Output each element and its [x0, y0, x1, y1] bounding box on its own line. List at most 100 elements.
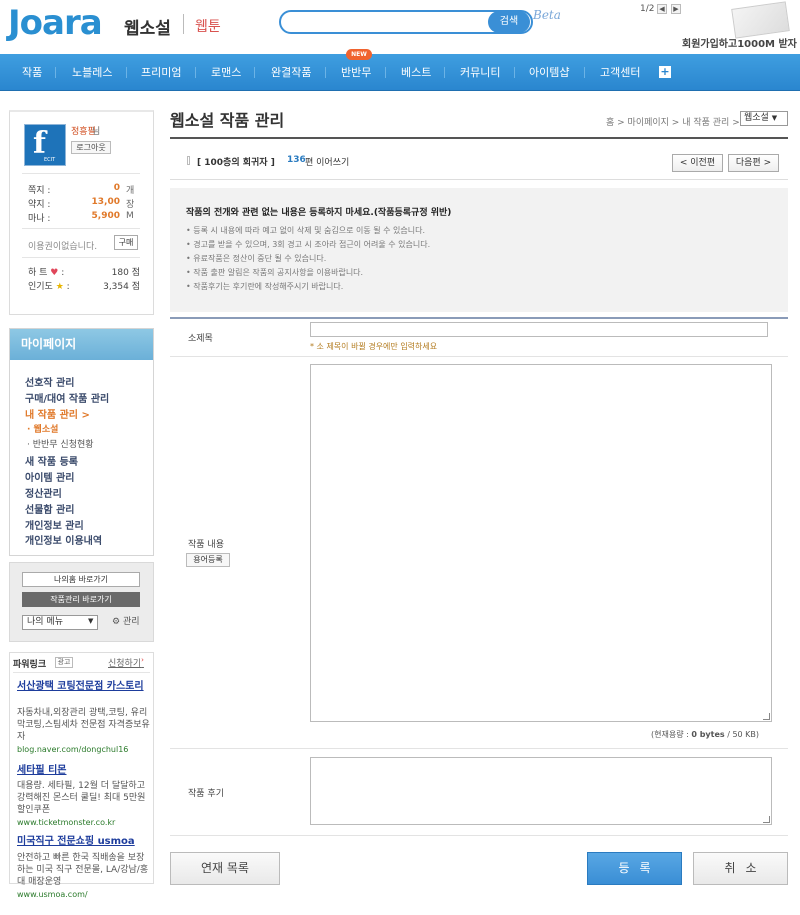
nav-item-works[interactable]: 작품: [22, 66, 42, 80]
logout-button[interactable]: 로그아웃: [71, 141, 111, 154]
menu-favorites[interactable]: 선호작 관리: [25, 374, 74, 389]
promo-pager: 1/2: [640, 4, 655, 14]
divider: [22, 228, 140, 229]
serial-list-button[interactable]: 연재 목록: [170, 852, 280, 885]
nav-item-support[interactable]: 고객센터: [600, 66, 640, 80]
nav-item-romance[interactable]: 로맨스: [211, 66, 241, 80]
content-textarea[interactable]: [310, 364, 772, 722]
user-suffix: 님: [92, 127, 101, 137]
resize-handle-icon[interactable]: [763, 713, 770, 720]
menu-giftbox[interactable]: 선물함 관리: [25, 501, 74, 516]
ad-description: 자동차내,외장관리 광택,코팅, 유리막코팅,스팀세차 전문점 자격증보유자: [17, 708, 150, 742]
joara-logo[interactable]: Joara: [8, 6, 103, 40]
tickets-value[interactable]: 13,00: [80, 197, 120, 207]
mypage-title: 마이페이지: [10, 329, 153, 360]
menu-new-work[interactable]: 새 작품 등록: [25, 453, 78, 468]
popularity-label: 인기도 ★ :: [28, 282, 70, 292]
notice-item: • 경고를 받을 수 있으며, 3회 경고 시 조아라 접근이 어려울 수 있습…: [186, 240, 431, 249]
promo-text[interactable]: 회원가입하고1000M 받자: [682, 35, 797, 50]
heart-label: 하 트 ♥ :: [28, 268, 65, 278]
menu-privacy-log[interactable]: 개인정보 이용내역: [25, 532, 102, 547]
ad-url[interactable]: blog.naver.com/dongchul16: [17, 745, 128, 754]
chevron-down-icon: ▼: [771, 114, 778, 122]
new-badge: NEW: [346, 49, 372, 60]
notice-item: • 유료작품은 정산이 중단 될 수 있습니다.: [186, 254, 327, 263]
ad-apply-link[interactable]: 신청하기›: [108, 656, 144, 669]
ad-title[interactable]: 세타필 티몬: [17, 765, 147, 777]
page-title: 웹소설 작품 관리: [170, 111, 285, 130]
notice-item: • 작품후기는 후기란에 작성해주시기 바랍니다.: [186, 282, 344, 291]
form-divider: [170, 835, 788, 836]
ad-url[interactable]: www.usmoa.com/: [17, 890, 88, 899]
messages-label: 쪽지 :: [28, 186, 51, 196]
nav-divider: [514, 67, 515, 78]
divider: [13, 672, 150, 673]
episode-count: 136: [287, 155, 306, 165]
form-divider: [170, 748, 788, 749]
messages-value[interactable]: 0: [80, 183, 120, 193]
no-pass-text: 이용권이없습니다.: [28, 242, 98, 252]
nav-item-community[interactable]: 커뮤니티: [460, 66, 500, 80]
nav-divider: [195, 67, 196, 78]
promo-coupon-image[interactable]: [731, 1, 790, 39]
nav-item-best[interactable]: 베스트: [401, 66, 431, 80]
resize-handle-icon[interactable]: [763, 816, 770, 823]
nav-divider: [254, 67, 255, 78]
brand-divider: [183, 14, 184, 34]
menu-my-works[interactable]: 내 작품 관리 >: [25, 406, 90, 421]
notice-title: 작품의 전개와 관련 없는 내용은 등록하지 마세요.(작품등록규정 위반): [186, 208, 452, 218]
menu-privacy[interactable]: 개인정보 관리: [25, 517, 84, 532]
category-select[interactable]: 웹소설 ▼: [740, 111, 788, 126]
mana-label: 마나 :: [28, 214, 51, 224]
mana-unit: M: [126, 211, 134, 221]
beta-label: Beta: [533, 8, 561, 22]
menu-settlement[interactable]: 정산관리: [25, 485, 62, 500]
avatar-letter: f: [33, 126, 46, 161]
form-divider: [170, 356, 788, 357]
promo-prev-icon[interactable]: ◀: [657, 4, 667, 14]
capacity-text: (현재용량 : 0 bytes / 50 KB): [651, 730, 760, 739]
next-episode-button[interactable]: 다음편 >: [728, 154, 779, 172]
my-menu-select[interactable]: 나의 메뉴: [22, 615, 98, 630]
ad-title[interactable]: 미국직구 전문쇼핑 usmoa: [17, 836, 147, 848]
nav-item-completed[interactable]: 완결작품: [271, 66, 311, 80]
cancel-button[interactable]: 취소: [693, 852, 788, 885]
review-textarea[interactable]: [310, 757, 772, 825]
gear-icon: ⚙: [112, 617, 121, 627]
ad-title[interactable]: 서산광택 코팅전문점 카스토리: [17, 681, 147, 693]
nav-more-icon[interactable]: +: [659, 66, 671, 78]
ad-url[interactable]: www.ticketmonster.co.kr: [17, 818, 115, 827]
notice-item: • 등록 시 내용에 따라 예고 없이 삭제 및 숨김으로 이동 될 수 있습니…: [186, 226, 426, 235]
search-button[interactable]: 검색: [488, 11, 530, 33]
star-icon: ★: [55, 282, 64, 292]
prev-episode-button[interactable]: < 이전편: [672, 154, 723, 172]
breadcrumb[interactable]: 홈 > 마이페이지 > 내 작품 관리 >: [606, 115, 740, 128]
powerlink-title: 파워링크: [13, 660, 47, 670]
submenu-webnovel[interactable]: · 웹소설: [27, 422, 58, 435]
nav-item-itemshop[interactable]: 아이템샵: [529, 66, 569, 80]
webnovel-link[interactable]: 웹소설: [124, 14, 171, 39]
my-home-button[interactable]: 나의홈 바로가기: [22, 572, 140, 587]
nav-divider: [584, 67, 585, 78]
menu-purchases[interactable]: 구매/대여 작품 관리: [25, 390, 109, 405]
term-register-button[interactable]: 용어등록: [186, 553, 230, 567]
subtitle-input[interactable]: [310, 322, 768, 337]
divider: [22, 257, 140, 258]
nav-item-noblesse[interactable]: 노블레스: [72, 66, 112, 80]
mana-value[interactable]: 5,900: [80, 211, 120, 221]
submit-button[interactable]: 등록: [587, 852, 682, 885]
nav-divider: [444, 67, 445, 78]
work-manage-button[interactable]: 작품관리 바로가기: [22, 592, 140, 607]
promo-next-icon[interactable]: ▶: [671, 4, 681, 14]
nav-divider: [385, 67, 386, 78]
submenu-banbanmu-status[interactable]: · 반반무 신청현황: [27, 437, 94, 450]
menu-items[interactable]: 아이템 관리: [25, 469, 74, 484]
ad-description: 안전하고 빠른 한국 직배송을 보장하는 미국 직구 전문몰, LA/강남/홍대…: [17, 853, 149, 887]
divider: [22, 173, 140, 174]
nav-item-premium[interactable]: 프리미엄: [141, 66, 181, 80]
webtoon-link[interactable]: 웹툰: [195, 16, 221, 36]
nav-item-banbanmu[interactable]: 반반무: [341, 66, 371, 80]
manage-menu-link[interactable]: ⚙ 관리: [112, 614, 140, 627]
buy-button[interactable]: 구매: [114, 235, 138, 250]
chevron-right-icon: ›: [141, 656, 144, 664]
